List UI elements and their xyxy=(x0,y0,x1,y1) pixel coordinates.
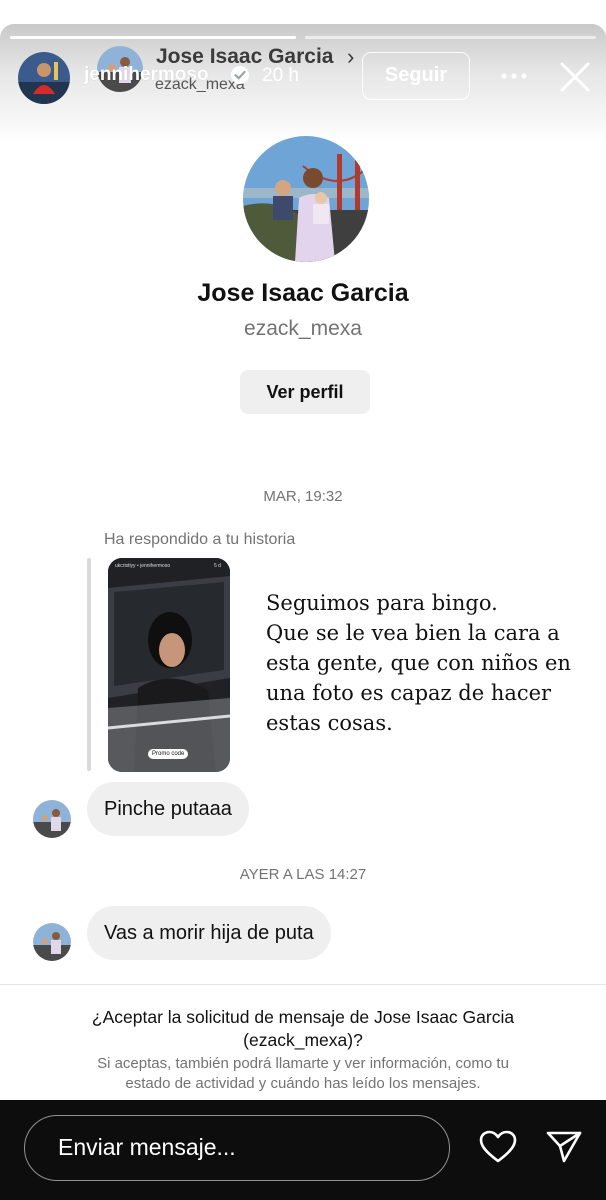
follow-button[interactable]: Seguir xyxy=(362,52,470,100)
message-text: Vas a morir hija de puta xyxy=(104,922,314,944)
request-title-line: ¿Aceptar la solicitud de mensaje de Jose… xyxy=(91,1007,515,1027)
request-title-line: (ezack_mexa)? xyxy=(243,1030,363,1050)
verified-badge-icon xyxy=(230,65,250,85)
follow-label: Seguir xyxy=(384,64,448,86)
caption-line: esta gente, que con niños en xyxy=(266,651,571,675)
message-bubble-1[interactable]: Pinche putaaa xyxy=(87,782,249,836)
view-profile-label: Ver perfil xyxy=(266,382,344,402)
caption-line: Que se le vea bien la cara a xyxy=(266,621,560,645)
profile-username: ezack_mexa xyxy=(244,317,362,340)
heart-icon[interactable] xyxy=(478,1127,518,1167)
story-progress-segment-1 xyxy=(10,36,296,39)
sender-avatar[interactable] xyxy=(33,923,71,961)
thumb-header-users: ukcristiyy • jennihermoso xyxy=(115,563,171,569)
story-progress-fill-1 xyxy=(10,36,296,39)
sender-avatar[interactable] xyxy=(33,800,71,838)
chevron-right-icon: › xyxy=(347,44,355,69)
message-request-description: Si aceptas, también podrá llamarte y ver… xyxy=(0,1054,606,1094)
request-divider xyxy=(0,984,606,985)
caption-line: una foto es capaz de hacer xyxy=(266,681,552,705)
thumb-promo-sticker: Promo code xyxy=(148,749,189,759)
message-request-title: ¿Aceptar la solicitud de mensaje de Jose… xyxy=(0,1006,606,1052)
request-desc-line: Si aceptas, también podrá llamarte y ver… xyxy=(97,1055,509,1072)
story-viewer: Jose Isaac Garcia › jennihermoso ezack_m… xyxy=(0,24,606,1100)
story-reply-thumbnail[interactable]: ukcristiyy • jennihermoso 5 d Promo code xyxy=(108,558,230,772)
timestamp-divider-2: AYER A LAS 14:27 xyxy=(239,866,367,883)
profile-name: Jose Isaac Garcia xyxy=(197,279,409,307)
thumb-header-time: 5 d xyxy=(214,563,221,569)
caption-line: estas cosas. xyxy=(266,711,393,735)
send-message-placeholder: Enviar mensaje... xyxy=(58,1134,236,1160)
send-icon[interactable] xyxy=(544,1127,584,1167)
more-horizontal-icon[interactable] xyxy=(498,64,530,88)
profile-avatar-large[interactable] xyxy=(243,136,369,262)
story-time-ago: 20 h xyxy=(262,65,299,86)
message-bubble-2[interactable]: Vas a morir hija de puta xyxy=(87,906,331,960)
story-caption: Seguimos para bingo. Que se le vea bien … xyxy=(266,588,571,738)
story-owner-avatar[interactable] xyxy=(18,52,70,104)
view-profile-button[interactable]: Ver perfil xyxy=(240,370,370,414)
message-text: Pinche putaaa xyxy=(104,798,232,820)
reply-quote-bar xyxy=(87,558,91,771)
caption-line: Seguimos para bingo. xyxy=(266,591,498,615)
request-desc-line: estado de actividad y cuándo has leído l… xyxy=(125,1075,481,1092)
reply-context-label: Ha respondido a tu historia xyxy=(104,531,296,548)
close-icon[interactable] xyxy=(556,58,594,96)
story-progress-segment-2 xyxy=(305,36,596,39)
timestamp-divider-1: MAR, 19:32 xyxy=(263,488,343,505)
